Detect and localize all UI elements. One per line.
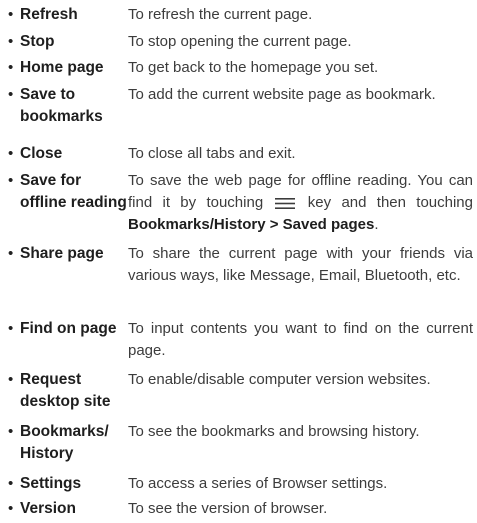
bullet: • bbox=[8, 33, 14, 50]
item-description: To refresh the current page. bbox=[128, 6, 313, 23]
item-term: Close bbox=[20, 145, 63, 162]
description-text: key and then touching bbox=[307, 194, 473, 211]
item-description: To save the web page for offline reading… bbox=[128, 170, 473, 236]
item-description: To add the current website page as bookm… bbox=[128, 86, 436, 103]
bullet: • bbox=[8, 6, 14, 23]
bullet: • bbox=[8, 423, 14, 440]
item-description: To access a series of Browser settings. bbox=[128, 475, 388, 492]
bullet: • bbox=[8, 475, 14, 492]
item-description: To enable/disable computer version websi… bbox=[128, 371, 431, 388]
item-term: Bookmarks/ History bbox=[20, 423, 109, 462]
item-term: Find on page bbox=[20, 320, 117, 337]
item-term: Stop bbox=[20, 33, 55, 50]
item-description: To stop opening the current page. bbox=[128, 33, 352, 50]
item-term: Home page bbox=[20, 59, 104, 76]
bullet: • bbox=[8, 245, 14, 262]
item-description: To see the bookmarks and browsing histor… bbox=[128, 423, 420, 440]
item-description: To share the current page with your frie… bbox=[128, 245, 473, 284]
item-description: To see the version of browser. bbox=[128, 500, 328, 517]
menu-key-icon bbox=[275, 197, 296, 209]
item-term: Version bbox=[20, 500, 76, 517]
item-term: Refresh bbox=[20, 6, 78, 23]
item-term: Share page bbox=[20, 245, 104, 262]
item-term: Save to bookmarks bbox=[20, 86, 103, 125]
bullet: • bbox=[8, 145, 14, 162]
item-description: To get back to the homepage you set. bbox=[128, 59, 379, 76]
bullet: • bbox=[8, 59, 14, 76]
description-text: . bbox=[374, 216, 379, 233]
saved-pages-path: Bookmarks/History > Saved pages bbox=[128, 216, 375, 233]
item-description: To close all tabs and exit. bbox=[128, 145, 296, 162]
item-description: To input contents you want to find on th… bbox=[128, 320, 473, 359]
bullet: • bbox=[8, 500, 14, 517]
bullet: • bbox=[8, 172, 14, 189]
bullet: • bbox=[8, 86, 14, 103]
bullet: • bbox=[8, 371, 14, 388]
bullet: • bbox=[8, 320, 14, 337]
item-term: Settings bbox=[20, 475, 82, 492]
item-term: Save for offline reading bbox=[20, 172, 127, 211]
browser-menu-options-list: • Refresh To refresh the current page. •… bbox=[0, 0, 477, 523]
item-term: Request desktop site bbox=[20, 371, 111, 410]
